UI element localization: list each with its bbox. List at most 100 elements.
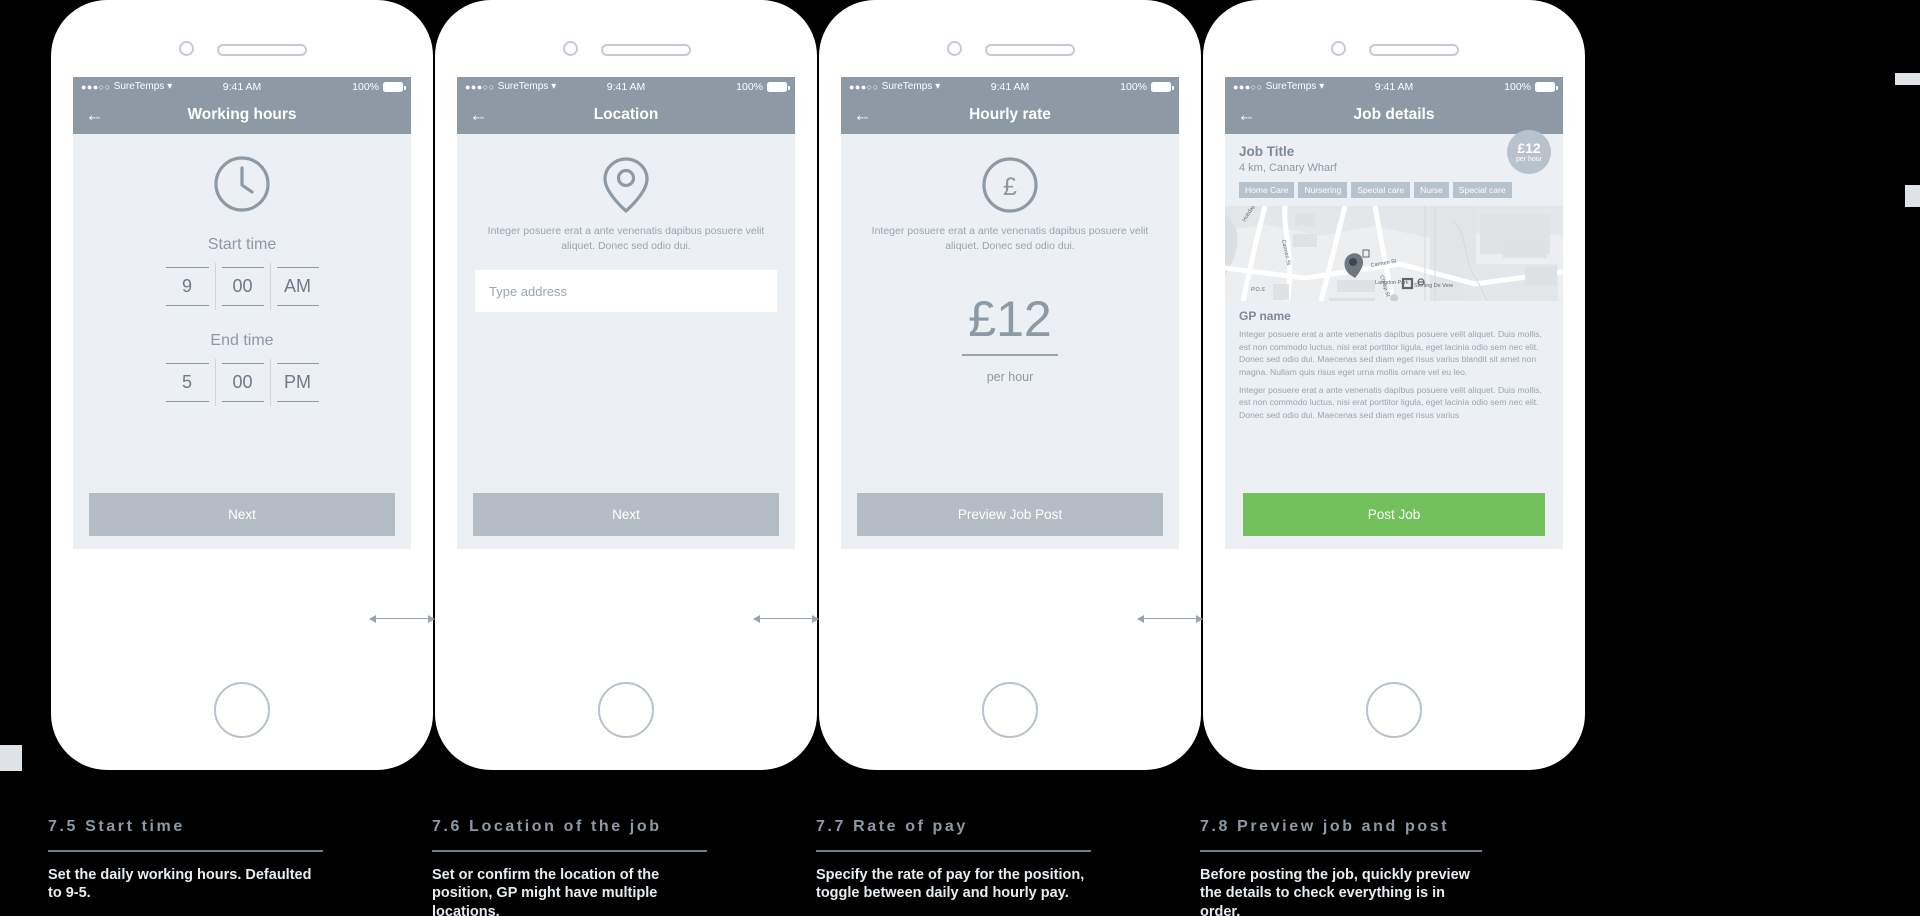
- caption-title: 7.6 Location of the job: [432, 818, 662, 835]
- start-hour-stepper[interactable]: 9: [160, 263, 215, 310]
- home-button[interactable]: [982, 682, 1038, 738]
- caption-rule: [816, 850, 1091, 852]
- status-bar: ●●●○○ SureTemps ▾ 9:41 AM 100%: [841, 77, 1179, 96]
- flow-connector: [753, 613, 819, 623]
- screen-body: Start time 9 00 AM End time 5 00 PM Next: [73, 134, 411, 549]
- caption-rule: [48, 850, 323, 852]
- nav-bar: ← Hourly rate: [841, 96, 1179, 134]
- back-button[interactable]: ←: [469, 106, 488, 125]
- start-meridiem-stepper[interactable]: AM: [269, 263, 325, 310]
- svg-text:Sterling De Vere: Sterling De Vere: [1414, 283, 1453, 289]
- battery-icon: [1151, 81, 1174, 92]
- page-title: Location: [593, 106, 659, 123]
- clock-icon: [73, 134, 411, 214]
- job-tag[interactable]: Nursering: [1298, 182, 1348, 198]
- screen-job-details: ●●●○○ SureTemps ▾ 9:41 AM 100% ← Job det…: [1225, 77, 1563, 549]
- page-title: Hourly rate: [969, 106, 1051, 123]
- caption-description: Before posting the job, quickly preview …: [1200, 866, 1470, 916]
- screen-body: Integer posuere erat a ante venenatis da…: [457, 134, 795, 549]
- job-tag-list: Home Care Nursering Special care Nurse S…: [1225, 174, 1563, 198]
- battery-percent-label: 100%: [352, 80, 379, 93]
- signal-dots-icon: ●●●○○: [849, 81, 879, 92]
- start-hour-value: 9: [181, 276, 192, 296]
- end-time-picker[interactable]: 5 00 PM: [73, 359, 411, 406]
- start-minute-value: 00: [232, 276, 253, 296]
- next-button[interactable]: Next: [89, 493, 395, 536]
- signal-dots-icon: ●●●○○: [81, 81, 111, 92]
- home-button[interactable]: [1366, 682, 1422, 738]
- address-placeholder: Type address: [489, 283, 568, 299]
- screen-working-hours: ●●●○○ SureTemps ▾ 9:41 AM 100% ← Working…: [73, 77, 411, 549]
- nav-bar: ← Job details: [1225, 96, 1563, 134]
- rate-amount[interactable]: £12: [841, 294, 1179, 344]
- edge-artifact-left: [0, 745, 22, 771]
- preview-job-post-button[interactable]: Preview Job Post: [857, 493, 1163, 536]
- end-minute-stepper[interactable]: 00: [214, 359, 270, 406]
- speaker-grille: [601, 44, 691, 56]
- next-button[interactable]: Next: [473, 493, 779, 536]
- caption-description: Set the daily working hours. Defaulted t…: [48, 866, 312, 902]
- speaker-grille: [217, 44, 307, 56]
- start-time-picker[interactable]: 9 00 AM: [73, 263, 411, 310]
- svg-text:P.O.S: P.O.S: [1251, 287, 1265, 293]
- svg-text:£: £: [1003, 173, 1017, 201]
- wifi-icon: ▾: [1319, 81, 1325, 92]
- page-title: Working hours: [187, 106, 297, 123]
- end-meridiem-value: PM: [284, 372, 311, 392]
- back-button[interactable]: ←: [1237, 106, 1256, 125]
- back-button[interactable]: ←: [85, 106, 104, 125]
- address-input[interactable]: Type address: [475, 270, 777, 313]
- speaker-grille: [1369, 44, 1459, 56]
- flow-connector: [1137, 613, 1203, 623]
- battery-percent-label: 100%: [1504, 80, 1531, 93]
- location-map[interactable]: Carmen St Langdon Park Sterling De Vere …: [1225, 206, 1563, 301]
- home-button[interactable]: [214, 682, 270, 738]
- job-paragraph: Integer posuere erat a ante venenatis da…: [1239, 384, 1542, 420]
- speaker-grille: [985, 44, 1075, 56]
- job-tag[interactable]: Nurse: [1414, 182, 1449, 198]
- post-job-button[interactable]: Post Job: [1243, 493, 1545, 536]
- rate-badge-amount: £12: [1517, 139, 1541, 156]
- phone-frame-job-details: ●●●○○ SureTemps ▾ 9:41 AM 100% ← Job det…: [1203, 0, 1585, 770]
- caption-rule: [1200, 850, 1482, 852]
- phone-frame-working-hours: ●●●○○ SureTemps ▾ 9:41 AM 100% ← Working…: [51, 0, 433, 770]
- back-button[interactable]: ←: [853, 106, 872, 125]
- gp-name-label: GP name: [1239, 309, 1291, 323]
- end-hour-stepper[interactable]: 5: [160, 359, 215, 406]
- caption-title: 7.7 Rate of pay: [816, 818, 968, 835]
- camera-icon: [179, 41, 194, 56]
- page-title: Job details: [1353, 106, 1435, 123]
- camera-icon: [947, 41, 962, 56]
- wireframe-canvas: ●●●○○ SureTemps ▾ 9:41 AM 100% ← Working…: [0, 0, 1920, 916]
- rate-unit-label: per hour: [986, 369, 1034, 384]
- job-tag[interactable]: Special care: [1452, 182, 1512, 198]
- map-pin-icon: [457, 134, 795, 216]
- end-meridiem-stepper[interactable]: PM: [269, 359, 325, 406]
- job-tag[interactable]: Special care: [1351, 182, 1411, 198]
- wifi-icon: ▾: [935, 81, 941, 92]
- caption-rule: [432, 850, 707, 852]
- screen-body: £ Integer posuere erat a ante venenatis …: [841, 134, 1179, 549]
- job-header: Job Title 4 km, Canary Wharf £12 per hou…: [1225, 130, 1563, 174]
- signal-dots-icon: ●●●○○: [1233, 81, 1263, 92]
- caption-block: 7.6 Location of the job Set or confirm t…: [432, 818, 707, 916]
- screen-location: ●●●○○ SureTemps ▾ 9:41 AM 100% ← Locatio…: [457, 77, 795, 549]
- job-location: 4 km, Canary Wharf: [1239, 162, 1337, 174]
- carrier-label: SureTemps: [1265, 81, 1317, 92]
- start-meridiem-value: AM: [284, 276, 311, 296]
- caption-block: 7.5 Start time Set the daily working hou…: [48, 818, 323, 903]
- rate-badge: £12 per hour: [1507, 130, 1551, 174]
- carrier-label: SureTemps: [881, 81, 933, 92]
- start-minute-stepper[interactable]: 00: [214, 263, 270, 310]
- battery-percent-label: 100%: [1120, 80, 1147, 93]
- phone-frame-hourly-rate: ●●●○○ SureTemps ▾ 9:41 AM 100% ← Hourly …: [819, 0, 1201, 770]
- caption-block: 7.8 Preview job and post Before posting …: [1200, 818, 1482, 916]
- pound-circle-icon: £: [841, 134, 1179, 216]
- home-button[interactable]: [598, 682, 654, 738]
- wifi-icon: ▾: [167, 81, 173, 92]
- job-tag[interactable]: Home Care: [1239, 182, 1295, 198]
- battery-icon: [1535, 81, 1558, 92]
- caption-description: Specify the rate of pay for the position…: [816, 866, 1085, 902]
- status-bar: ●●●○○ SureTemps ▾ 9:41 AM 100%: [73, 77, 411, 96]
- rate-underline: [962, 354, 1058, 356]
